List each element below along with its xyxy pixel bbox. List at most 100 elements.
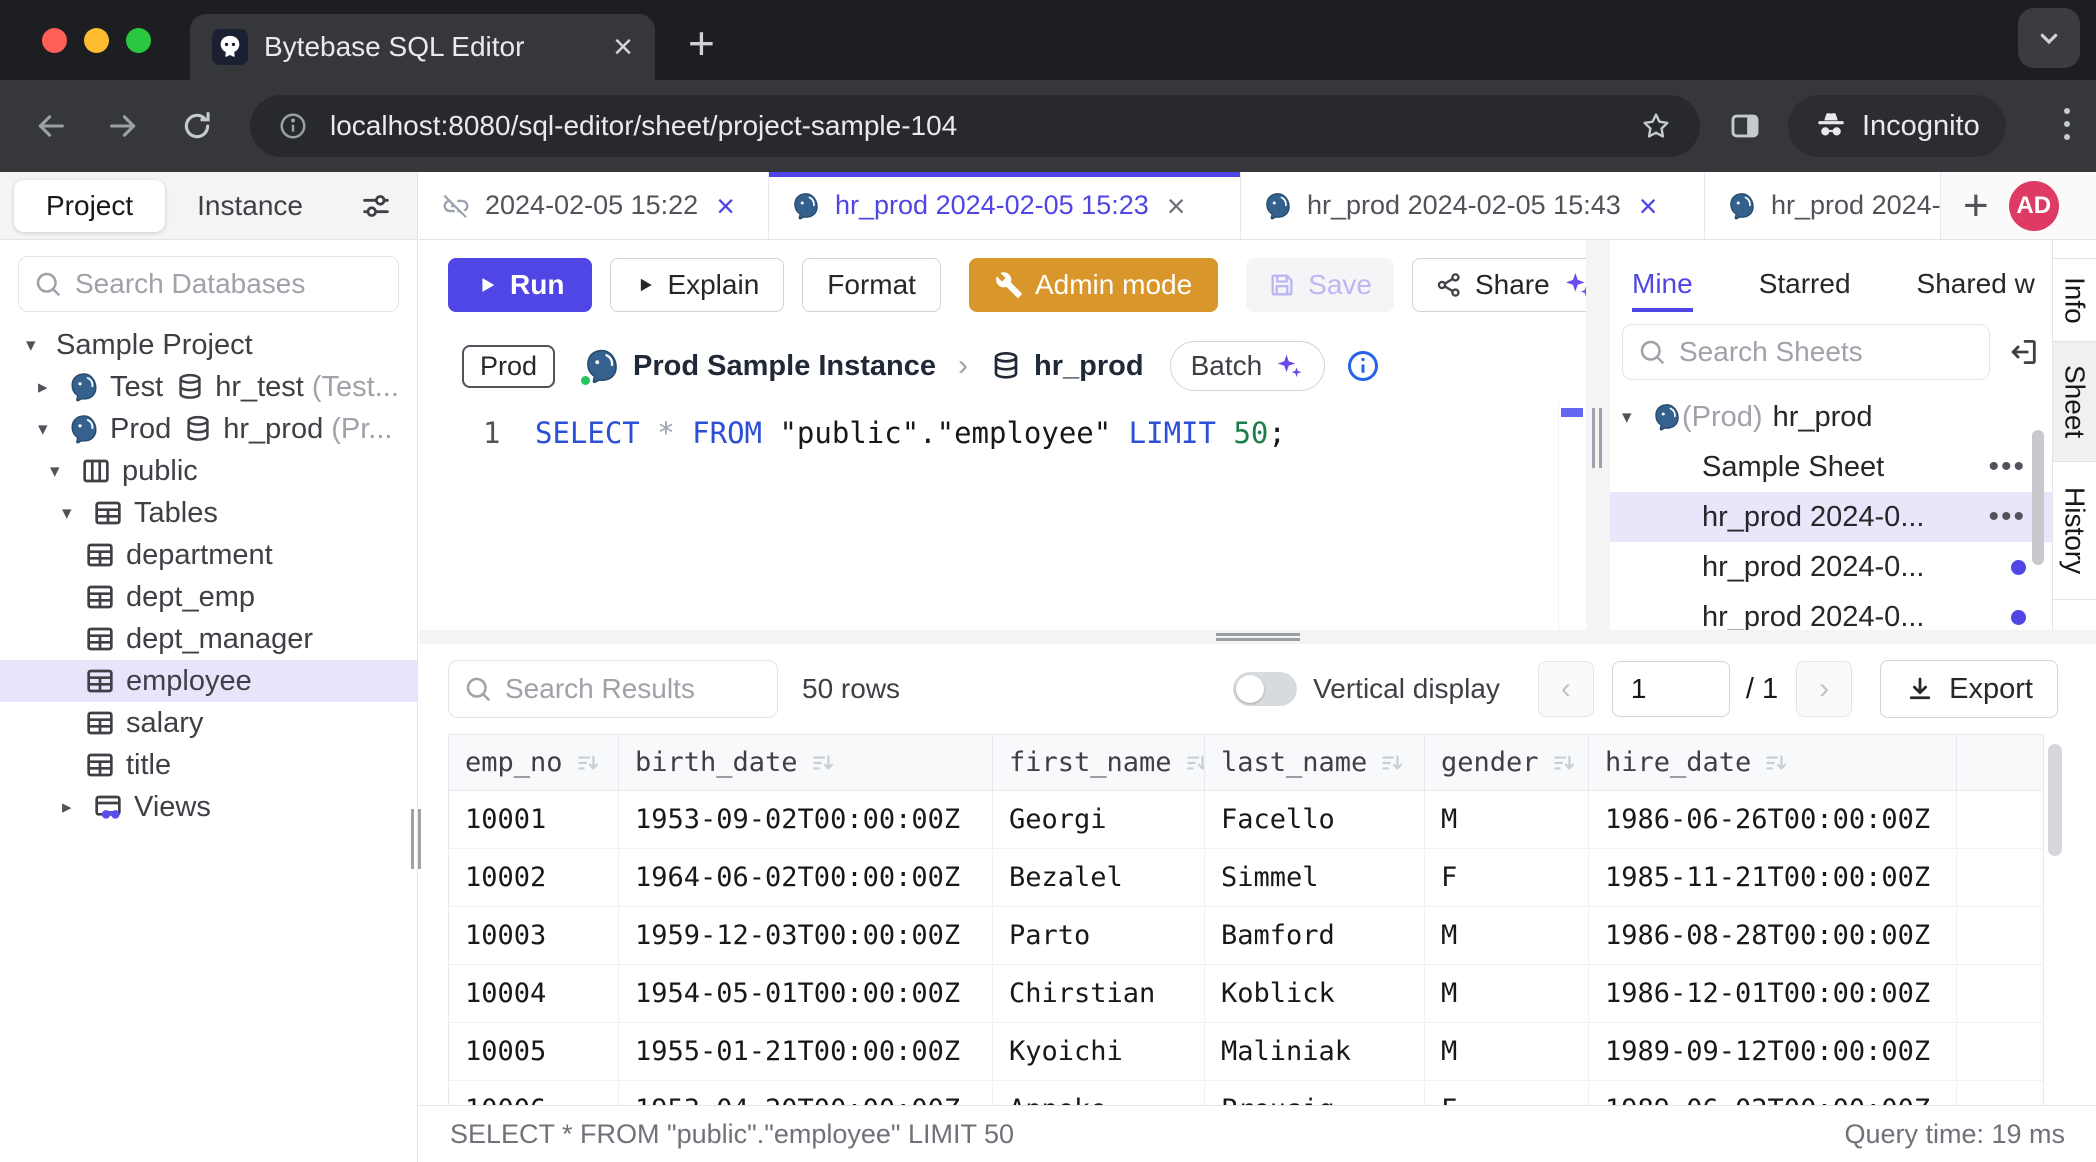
- editor-tab-2[interactable]: hr_prod 2024-02-05 15:23×: [769, 172, 1241, 239]
- vertical-display-toggle[interactable]: [1233, 672, 1297, 706]
- traffic-light-close-button[interactable]: [42, 28, 67, 53]
- sheet-menu-button[interactable]: •••: [1988, 500, 2026, 534]
- database-name[interactable]: hr_prod: [1034, 350, 1144, 383]
- bookmark-star-icon[interactable]: [1640, 110, 1672, 142]
- column-header-birth_date[interactable]: birth_date: [619, 735, 993, 790]
- sheet-item[interactable]: hr_prod 2024-0...: [1610, 542, 2052, 592]
- run-button[interactable]: Run: [448, 258, 592, 312]
- sheet-item[interactable]: Sample Sheet•••: [1610, 442, 2052, 492]
- close-tab-icon[interactable]: ×: [1167, 190, 1186, 222]
- sheet-tab-starred[interactable]: Starred: [1759, 268, 1851, 300]
- tree-item-public[interactable]: ▾public: [0, 450, 417, 492]
- next-page-button[interactable]: ›: [1796, 661, 1852, 717]
- tree-item-Sample Project[interactable]: ▾Sample Project: [0, 324, 417, 366]
- tree-item-Views[interactable]: ▸Views: [0, 786, 417, 828]
- table-row[interactable]: 100031959-12-03T00:00:00ZPartoBamfordM19…: [449, 907, 2043, 965]
- side-panel-button[interactable]: [1728, 109, 1762, 143]
- sheet-search[interactable]: [1622, 324, 1990, 380]
- table-row[interactable]: 100061953-04-20T00:00:00ZAnnekePreusigF1…: [449, 1081, 2043, 1105]
- browser-tab[interactable]: Bytebase SQL Editor ×: [190, 14, 655, 80]
- sort-icon[interactable]: [1551, 750, 1577, 776]
- window-chevron-button[interactable]: [2018, 8, 2080, 68]
- new-browser-tab-button[interactable]: +: [688, 16, 715, 70]
- url-bar[interactable]: localhost:8080/sql-editor/sheet/project-…: [250, 95, 1700, 157]
- close-tab-icon[interactable]: ×: [716, 190, 735, 222]
- sheet-tab-mine[interactable]: Mine: [1632, 268, 1693, 312]
- database-search-input[interactable]: [75, 268, 384, 300]
- sort-icon[interactable]: [1379, 750, 1405, 776]
- info-icon[interactable]: [1345, 348, 1381, 384]
- close-tab-icon[interactable]: ×: [1639, 190, 1658, 222]
- results-search-input[interactable]: [505, 673, 763, 705]
- table-row[interactable]: 100051955-01-21T00:00:00ZKyoichiMaliniak…: [449, 1023, 2043, 1081]
- side-tab-info[interactable]: Info: [2053, 258, 2096, 342]
- sidebar-tab-project[interactable]: Project: [14, 180, 165, 232]
- sort-icon[interactable]: [810, 750, 836, 776]
- sheet-menu-button[interactable]: •••: [1988, 450, 2026, 484]
- table-row[interactable]: 100041954-05-01T00:00:00ZChirstianKoblic…: [449, 965, 2043, 1023]
- traffic-light-minimize-button[interactable]: [84, 28, 109, 53]
- tree-item-dept_emp[interactable]: dept_emp: [0, 576, 417, 618]
- sheet-item[interactable]: hr_prod 2024-0...•••: [1610, 492, 2052, 542]
- tree-item-department[interactable]: department: [0, 534, 417, 576]
- tree-item-title[interactable]: title: [0, 744, 417, 786]
- column-header-first_name[interactable]: first_name: [993, 735, 1205, 790]
- sheet-item[interactable]: hr_prod 2024-0...: [1610, 592, 2052, 630]
- sliders-settings-icon[interactable]: [359, 189, 393, 223]
- sheet-search-input[interactable]: [1679, 336, 1975, 368]
- prev-page-button[interactable]: ‹: [1538, 661, 1594, 717]
- tree-item-employee[interactable]: employee: [0, 660, 417, 702]
- tree-item-Prod[interactable]: ▾Prodhr_prod(Pr...: [0, 408, 417, 450]
- admin-mode-button[interactable]: Admin mode: [969, 258, 1218, 312]
- table-row[interactable]: 100011953-09-02T00:00:00ZGeorgiFacelloM1…: [449, 791, 2043, 849]
- site-info-icon[interactable]: [278, 111, 308, 141]
- side-tab-sheet[interactable]: Sheet: [2053, 342, 2096, 462]
- caret-down-icon[interactable]: ▾: [38, 418, 68, 441]
- tree-item-salary[interactable]: salary: [0, 702, 417, 744]
- caret-down-icon[interactable]: ▾: [1622, 406, 1652, 429]
- sidebar-resize-handle[interactable]: [411, 809, 427, 869]
- database-search[interactable]: [18, 256, 399, 312]
- browser-menu-button[interactable]: [2064, 108, 2070, 140]
- sheet-list-scrollbar[interactable]: [2032, 430, 2044, 565]
- batch-button[interactable]: Batch: [1170, 341, 1326, 391]
- back-button[interactable]: [34, 109, 68, 143]
- sort-icon[interactable]: [1184, 750, 1205, 776]
- editor-tab-3[interactable]: hr_prod 2024-02-05 15:43×: [1241, 172, 1705, 239]
- column-header-hire_date[interactable]: hire_date: [1589, 735, 1957, 790]
- sql-code-line[interactable]: SELECT * FROM "public"."employee" LIMIT …: [535, 416, 1286, 450]
- caret-down-icon[interactable]: ▾: [62, 502, 92, 525]
- tab-close-icon[interactable]: ×: [613, 30, 633, 64]
- side-tab-history[interactable]: History: [2053, 462, 2096, 600]
- user-avatar[interactable]: AD: [2009, 181, 2059, 231]
- export-button[interactable]: Export: [1880, 660, 2058, 718]
- sort-icon[interactable]: [1763, 750, 1789, 776]
- column-header-last_name[interactable]: last_name: [1205, 735, 1425, 790]
- instance-name[interactable]: Prod Sample Instance: [633, 350, 936, 383]
- sql-editor[interactable]: 1 SELECT * FROM "public"."employee" LIMI…: [419, 402, 1558, 630]
- editor-tab-4[interactable]: hr_prod 2024-0: [1705, 172, 1941, 239]
- tree-item-Tables[interactable]: ▾Tables: [0, 492, 417, 534]
- save-button[interactable]: Save: [1246, 258, 1394, 312]
- format-button[interactable]: Format: [802, 258, 941, 312]
- caret-down-icon[interactable]: ▾: [26, 334, 56, 357]
- collapse-panel-icon[interactable]: [2006, 335, 2040, 369]
- reload-button[interactable]: [180, 109, 214, 143]
- column-header-gender[interactable]: gender: [1425, 735, 1589, 790]
- sidebar-tab-instance[interactable]: Instance: [165, 180, 335, 232]
- page-input[interactable]: [1612, 661, 1730, 717]
- caret-right-icon[interactable]: ▸: [38, 376, 68, 399]
- forward-button[interactable]: [106, 109, 140, 143]
- panel-resize-handle[interactable]: [1592, 408, 1604, 468]
- editor-tab-1[interactable]: 2024-02-05 15:22×: [419, 172, 769, 239]
- table-scrollbar[interactable]: [2048, 734, 2062, 1105]
- results-search[interactable]: [448, 660, 778, 718]
- explain-button[interactable]: Explain: [610, 258, 784, 312]
- horizontal-resize-handle[interactable]: [1216, 633, 1300, 641]
- sheet-group-row[interactable]: ▾(Prod)hr_prod: [1610, 392, 2052, 442]
- caret-down-icon[interactable]: ▾: [50, 460, 80, 483]
- sheet-tab-shared-w[interactable]: Shared w: [1917, 268, 2035, 300]
- traffic-light-zoom-button[interactable]: [126, 28, 151, 53]
- sort-icon[interactable]: [575, 750, 601, 776]
- table-row[interactable]: 100021964-06-02T00:00:00ZBezalelSimmelF1…: [449, 849, 2043, 907]
